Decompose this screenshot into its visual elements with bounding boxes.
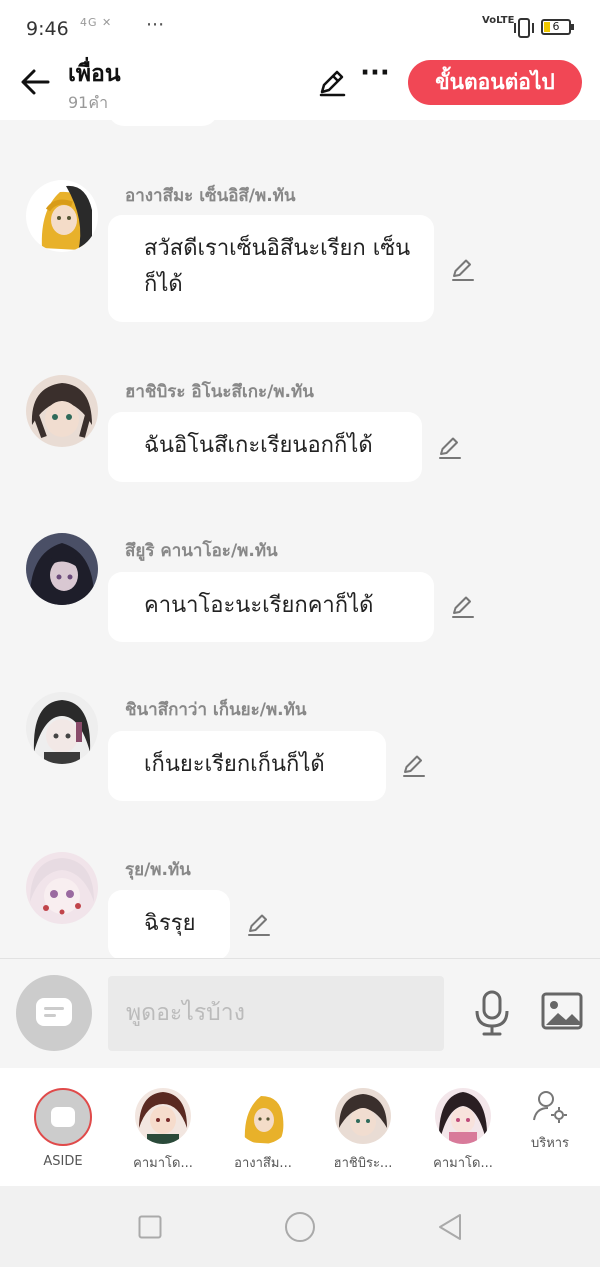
avatar-genya[interactable] [26, 692, 98, 764]
back-triangle-icon[interactable] [436, 1212, 464, 1242]
back-arrow-icon[interactable] [18, 64, 54, 100]
aside-chip-icon [34, 1088, 92, 1146]
sender-name: ฮาชิบิระ อิโนะสึเกะ/พ.ทัน [125, 382, 314, 402]
status-bar: 9:46 4G ✕ ··· VoLTE 6 [0, 0, 600, 58]
chat-header: เพื่อน 91คำ ··· ขั้นตอนต่อไป [0, 58, 600, 120]
character-avatar [235, 1088, 291, 1144]
sender-name: สึยูริ คานาโอะ/พ.ทัน [125, 541, 278, 561]
edit-message-icon[interactable] [246, 911, 272, 937]
image-upload-icon[interactable] [540, 989, 584, 1035]
notification-dots: ··· [146, 14, 165, 36]
character-label: คามาโด... [133, 1156, 193, 1171]
edit-message-icon[interactable] [401, 752, 427, 778]
manage-user-icon [533, 1091, 567, 1123]
message-bubble[interactable]: ฉิรรุย [108, 890, 230, 960]
sender-name: อางาสึมะ เซ็นอิสึ/พ.ทัน [125, 186, 296, 206]
character-label: คามาโด... [433, 1156, 493, 1171]
recents-square-icon[interactable] [138, 1215, 162, 1239]
volte-indicator: VoLTE [482, 15, 515, 26]
avatar-rui[interactable] [26, 852, 98, 924]
message-bubble[interactable]: สวัสดีเราเซ็นอิสึนะเรียก เซ็นก็ได้ [108, 215, 434, 322]
microphone-icon[interactable] [472, 989, 512, 1037]
battery-icon: 6 [541, 19, 571, 35]
character-tanjiro[interactable]: คามาโด... [113, 1088, 213, 1173]
page-title: เพื่อน [68, 61, 121, 87]
avatar-inosuke[interactable] [26, 375, 98, 447]
character-avatar [435, 1088, 491, 1144]
home-circle-icon[interactable] [284, 1211, 316, 1243]
manage-characters-button[interactable]: บริหาร [520, 1088, 580, 1153]
vibrate-icon [514, 18, 534, 38]
battery-level: 6 [552, 20, 560, 33]
edit-message-icon[interactable] [450, 256, 476, 282]
more-options-icon[interactable]: ··· [360, 58, 390, 88]
character-label: อางาสึม... [234, 1156, 292, 1171]
avatar-kanao[interactable] [26, 533, 98, 605]
aside-icon [36, 998, 72, 1026]
character-inosuke[interactable]: ฮาชิบิระ... [313, 1088, 413, 1173]
character-aside[interactable]: ASIDE [13, 1088, 113, 1169]
previous-message-bubble [108, 104, 218, 126]
character-avatar [335, 1088, 391, 1144]
message-input[interactable]: พูดอะไรบ้าง [108, 976, 444, 1051]
system-nav-bar [0, 1186, 600, 1267]
edit-pencil-icon[interactable] [316, 66, 348, 98]
character-label: ASIDE [43, 1154, 83, 1169]
avatar-zenitsu[interactable] [26, 180, 98, 252]
status-time: 9:46 [26, 18, 69, 40]
character-selector: ASIDE คามาโด... อางาสึม... ฮาชิบิระ... ค… [0, 1068, 600, 1186]
character-nezuko[interactable]: คามาโด... [413, 1088, 513, 1173]
compose-bar: พูดอะไรบ้าง [0, 958, 600, 1069]
signal-indicator: 4G ✕ [80, 16, 113, 29]
sender-name: รุย/พ.ทัน [125, 860, 191, 880]
message-bubble[interactable]: ฉันอิโนสึเกะเรียนอกก็ได้ [108, 412, 422, 482]
admin-label: บริหาร [530, 1136, 570, 1151]
character-label: ฮาชิบิระ... [333, 1156, 393, 1171]
message-bubble[interactable]: คานาโอะนะเรียกคาก็ได้ [108, 572, 434, 642]
edit-message-icon[interactable] [450, 593, 476, 619]
edit-message-icon[interactable] [437, 434, 463, 460]
character-avatar [135, 1088, 191, 1144]
message-bubble[interactable]: เก็นยะเรียกเก็นก็ได้ [108, 731, 386, 801]
battery-tip [571, 24, 574, 30]
sender-name: ชินาสึกาว่า เก็นยะ/พ.ทัน [125, 700, 307, 720]
aside-toggle-button[interactable] [16, 975, 92, 1051]
next-step-button[interactable]: ขั้นตอนต่อไป [408, 60, 582, 105]
word-count: 91คำ [68, 93, 109, 112]
character-zenitsu[interactable]: อางาสึม... [213, 1088, 313, 1173]
